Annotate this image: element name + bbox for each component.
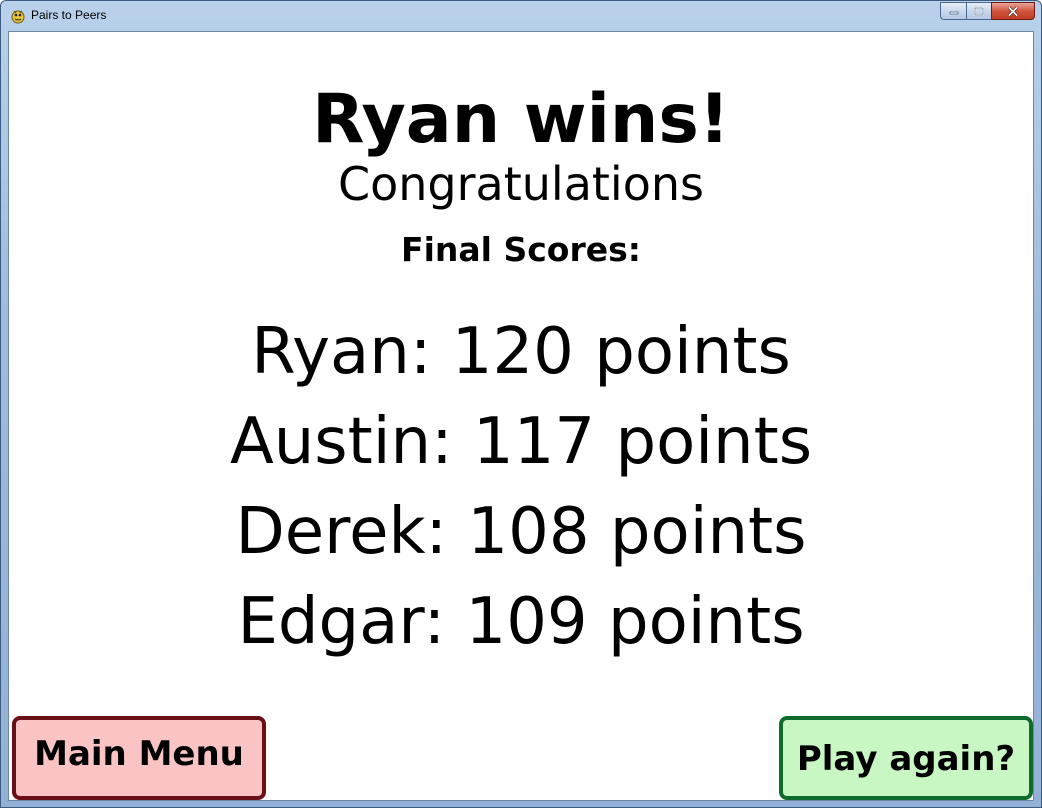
maximize-icon — [974, 6, 984, 16]
pygame-snake-icon — [11, 10, 25, 24]
congratulations-text: Congratulations — [338, 157, 704, 211]
main-menu-button[interactable]: Main Menu — [12, 716, 266, 800]
final-scores-heading: Final Scores: — [401, 230, 641, 269]
title-bar[interactable]: Pairs to Peers — [1, 1, 1041, 31]
game-canvas: Ryan wins! Congratulations Final Scores:… — [8, 31, 1034, 801]
winner-heading: Ryan wins! — [312, 80, 730, 159]
close-button[interactable] — [991, 2, 1035, 20]
window-controls — [940, 2, 1035, 21]
minimize-icon — [949, 11, 958, 15]
app-window: Pairs to Peers Ryan wins! Congratulation… — [0, 0, 1042, 808]
play-again-label: Play again? — [796, 739, 1016, 779]
play-again-button[interactable]: Play again? — [779, 716, 1033, 800]
score-line-ryan: Ryan: 120 points — [251, 315, 791, 389]
score-line-derek: Derek: 108 points — [235, 495, 807, 569]
score-line-edgar: Edgar: 109 points — [237, 585, 805, 659]
main-menu-label: Main Menu — [34, 734, 244, 774]
score-line-austin: Austin: 117 points — [229, 405, 813, 479]
minimize-button[interactable] — [940, 2, 966, 20]
maximize-button[interactable] — [966, 2, 991, 20]
close-icon — [1007, 5, 1019, 17]
window-title: Pairs to Peers — [31, 8, 107, 22]
